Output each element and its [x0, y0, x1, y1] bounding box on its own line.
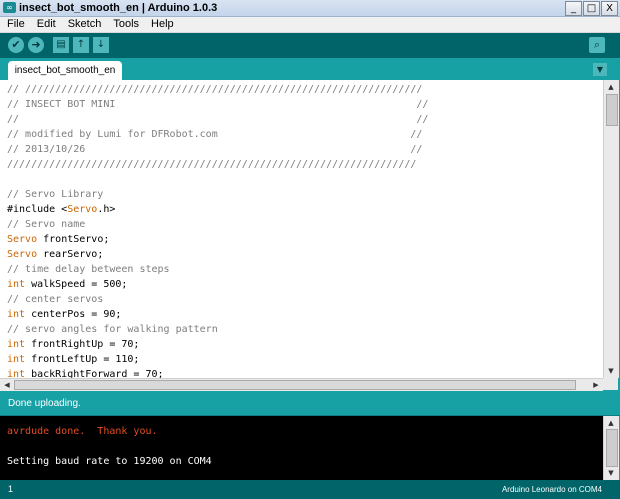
- code-line: // center servos: [7, 294, 103, 305]
- minimize-button[interactable]: _: [565, 1, 582, 16]
- code-comment: // center servos: [7, 294, 104, 305]
- status-message: Done uploading.: [8, 398, 81, 409]
- scroll-up-arrow-icon[interactable]: ▲: [606, 82, 616, 92]
- code-keyword: int: [7, 354, 26, 365]
- open-sketch-button[interactable]: ↑: [73, 37, 89, 53]
- scroll-left-arrow-icon[interactable]: ◀: [2, 380, 12, 390]
- arduino-ide-window: ∞ insect_bot_smooth_en | Arduino 1.0.3 _…: [0, 0, 620, 499]
- console-output: avrdude done. Thank you. Setting baud ra…: [0, 416, 603, 480]
- code-line: // Servo Library: [7, 189, 103, 200]
- window-controls: _ □ X: [564, 1, 618, 16]
- menu-sketch[interactable]: Sketch: [61, 17, 107, 32]
- code-comment: // /////////////////////////////////////…: [7, 84, 423, 95]
- code-keyword: int: [7, 369, 26, 378]
- scroll-right-arrow-icon[interactable]: ▶: [591, 380, 601, 390]
- scroll-thumb[interactable]: [606, 429, 618, 467]
- code-line: Servo frontServo;: [7, 234, 109, 245]
- code-line: Servo rearServo;: [7, 249, 103, 260]
- code-comment: // //: [7, 114, 429, 125]
- code-comment: // time delay between steps: [7, 264, 170, 275]
- code-text-segment: frontServo;: [37, 234, 110, 245]
- close-button[interactable]: X: [601, 1, 618, 16]
- scroll-up-arrow-icon[interactable]: ▲: [606, 418, 616, 428]
- editor-vertical-scrollbar[interactable]: ▲ ▼: [603, 80, 619, 378]
- code-text-segment: centerPos = 90;: [25, 309, 122, 320]
- upload-button[interactable]: ➜: [28, 37, 44, 53]
- code-line: // time delay between steps: [7, 264, 170, 275]
- tab-menu-button[interactable]: ▼: [593, 63, 607, 76]
- scroll-corner: [603, 378, 618, 390]
- menu-tools[interactable]: Tools: [106, 17, 144, 32]
- code-text-segment: frontLeftUp = 110;: [25, 354, 140, 365]
- code-text-segment: frontRightUp = 70;: [25, 339, 140, 350]
- console-vertical-scrollbar[interactable]: ▲ ▼: [603, 416, 619, 480]
- code-comment: // modified by Lumi for DFRobot.com //: [7, 129, 423, 140]
- code-line: // Servo name: [7, 219, 85, 230]
- editor-horizontal-scrollbar[interactable]: ◀ ▶: [0, 378, 603, 391]
- code-comment: // servo angles for walking pattern: [7, 324, 218, 335]
- code-comment: // Servo Library: [7, 189, 104, 200]
- code-text-segment: backRightForward = 70;: [25, 369, 164, 378]
- code-line: int frontRightUp = 70;: [7, 339, 139, 350]
- code-line: // servo angles for walking pattern: [7, 324, 218, 335]
- console-line: Setting baud rate to 19200 on COM4: [7, 456, 212, 467]
- code-line: int centerPos = 90;: [7, 309, 121, 320]
- code-keyword: Servo: [7, 234, 38, 245]
- verify-button[interactable]: ✔: [8, 37, 24, 53]
- code-text: // // ///////////////////////////////////…: [7, 82, 428, 378]
- menu-help[interactable]: Help: [144, 17, 179, 32]
- scroll-thumb[interactable]: [606, 94, 618, 126]
- scroll-down-arrow-icon[interactable]: ▼: [606, 468, 616, 478]
- code-keyword: int: [7, 279, 26, 290]
- code-line: #include <Servo.h>: [7, 204, 115, 215]
- code-comment: // 2013/10/26 //: [7, 144, 423, 155]
- arduino-icon: ∞: [3, 2, 16, 13]
- code-comment: // INSECT BOT MINI //: [7, 99, 429, 110]
- tab-insect-bot-smooth-en[interactable]: insect_bot_smooth_en: [8, 61, 122, 80]
- menu-edit[interactable]: Edit: [30, 17, 61, 32]
- code-comment: // Servo name: [7, 219, 86, 230]
- tab-bar: insect_bot_smooth_en ▼: [0, 58, 620, 80]
- title-bar: ∞ insect_bot_smooth_en | Arduino 1.0.3 _…: [0, 0, 620, 17]
- code-line: // /////////////////////////////////////…: [7, 84, 422, 95]
- board-port-label: Arduino Leonardo on COM4: [501, 485, 602, 494]
- code-line: // //: [7, 114, 428, 125]
- scroll-thumb[interactable]: [14, 380, 576, 390]
- code-line: ////////////////////////////////////////…: [7, 159, 416, 170]
- code-line: // 2013/10/26 //: [7, 144, 422, 155]
- code-line: int frontLeftUp = 110;: [7, 354, 139, 365]
- code-editor[interactable]: // // ///////////////////////////////////…: [0, 80, 603, 378]
- menu-file[interactable]: File: [0, 17, 30, 32]
- scroll-down-arrow-icon[interactable]: ▼: [606, 366, 616, 376]
- code-keyword: Servo: [7, 249, 38, 260]
- bottom-status-bar: 1 Arduino Leonardo on COM4: [0, 480, 620, 499]
- code-comment: ////////////////////////////////////////…: [7, 159, 417, 170]
- window-title: insect_bot_smooth_en | Arduino 1.0.3: [19, 2, 218, 14]
- code-text-segment: .h>: [97, 204, 116, 215]
- save-sketch-button[interactable]: ↓: [93, 37, 109, 53]
- code-keyword: int: [7, 339, 26, 350]
- status-bar: Done uploading.: [0, 391, 620, 416]
- serial-monitor-button[interactable]: ⌕: [589, 37, 605, 53]
- code-line: int backRightForward = 70;: [7, 369, 164, 378]
- code-keyword: Servo: [67, 204, 98, 215]
- code-line: // modified by Lumi for DFRobot.com //: [7, 129, 422, 140]
- line-number: 1: [8, 484, 14, 494]
- code-text-segment: walkSpeed = 500;: [25, 279, 128, 290]
- new-sketch-button[interactable]: ▤: [53, 37, 69, 53]
- console-line: avrdude done. Thank you.: [7, 426, 158, 437]
- toolbar: ✔ ➜ ▤ ↑ ↓ ⌕: [0, 33, 620, 58]
- code-line: int walkSpeed = 500;: [7, 279, 127, 290]
- menu-bar: File Edit Sketch Tools Help: [0, 17, 620, 33]
- maximize-button[interactable]: □: [583, 1, 600, 16]
- code-text-segment: #include <: [7, 204, 68, 215]
- code-text-segment: rearServo;: [37, 249, 104, 260]
- code-keyword: int: [7, 309, 26, 320]
- code-line: // INSECT BOT MINI //: [7, 99, 428, 110]
